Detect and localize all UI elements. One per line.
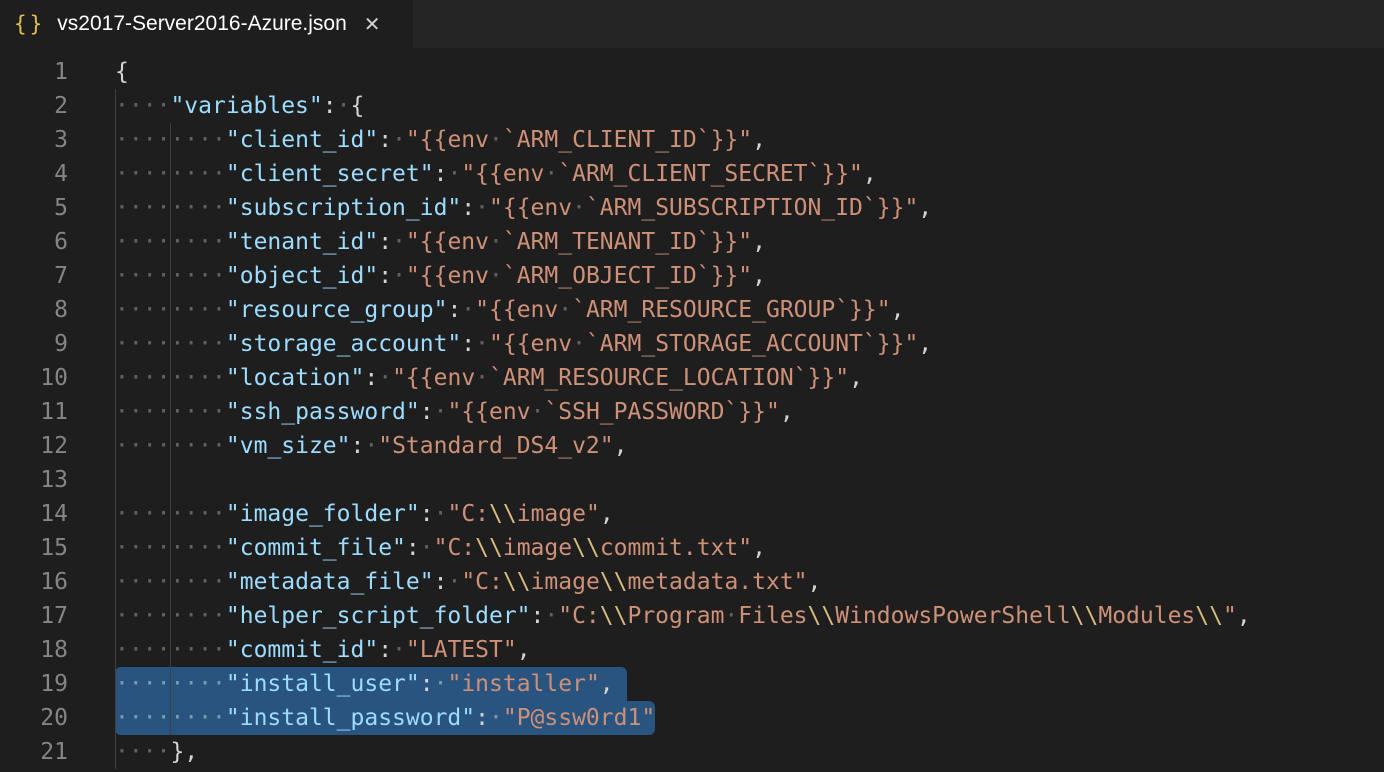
json-file-icon: {}: [14, 12, 45, 36]
tab-filename: vs2017-Server2016-Azure.json: [57, 12, 347, 36]
code-text[interactable]: ········"commit_id":·"LATEST",: [115, 633, 531, 667]
code-area[interactable]: 1{2····"variables":·{3········"client_id…: [0, 48, 1384, 769]
code-line[interactable]: 13: [0, 463, 1384, 497]
line-number[interactable]: 3: [0, 123, 115, 157]
line-number[interactable]: 6: [0, 225, 115, 259]
line-number[interactable]: 5: [0, 191, 115, 225]
line-number[interactable]: 8: [0, 293, 115, 327]
selected-code-text[interactable]: ········"install_password":·"P@ssw0rd1": [115, 701, 655, 735]
code-line[interactable]: 7········"object_id":·"{{env·`ARM_OBJECT…: [0, 259, 1384, 293]
line-number[interactable]: 16: [0, 565, 115, 599]
editor[interactable]: 1{2····"variables":·{3········"client_id…: [0, 48, 1384, 772]
line-number[interactable]: 4: [0, 157, 115, 191]
code-line[interactable]: 1{: [0, 55, 1384, 89]
code-text[interactable]: ········"storage_account":·"{{env·`ARM_S…: [115, 327, 932, 361]
code-line[interactable]: 12········"vm_size":·"Standard_DS4_v2",: [0, 429, 1384, 463]
code-line[interactable]: 15········"commit_file":·"C:\\image\\com…: [0, 531, 1384, 565]
line-number[interactable]: 11: [0, 395, 115, 429]
code-text[interactable]: ········"tenant_id":·"{{env·`ARM_TENANT_…: [115, 225, 766, 259]
code-text[interactable]: {: [115, 55, 129, 89]
line-number[interactable]: 12: [0, 429, 115, 463]
line-number[interactable]: 7: [0, 259, 115, 293]
code-text[interactable]: ········"object_id":·"{{env·`ARM_OBJECT_…: [115, 259, 766, 293]
code-text[interactable]: ····"variables":·{: [115, 89, 364, 123]
code-line[interactable]: 21····},: [0, 735, 1384, 769]
code-text[interactable]: ········"vm_size":·"Standard_DS4_v2",: [115, 429, 627, 463]
code-text[interactable]: ········"commit_file":·"C:\\image\\commi…: [115, 531, 766, 565]
line-number[interactable]: 13: [0, 463, 115, 497]
line-number[interactable]: 2: [0, 89, 115, 123]
code-text[interactable]: ········"helper_script_folder":·"C:\\Pro…: [115, 599, 1251, 633]
line-number[interactable]: 14: [0, 497, 115, 531]
code-line[interactable]: 9········"storage_account":·"{{env·`ARM_…: [0, 327, 1384, 361]
tab-bar: {} vs2017-Server2016-Azure.json ✕: [0, 0, 1384, 48]
code-text[interactable]: ····},: [115, 735, 198, 769]
code-text[interactable]: ········"location":·"{{env·`ARM_RESOURCE…: [115, 361, 863, 395]
line-number[interactable]: 21: [0, 735, 115, 769]
code-line[interactable]: 20········"install_password":·"P@ssw0rd1…: [0, 701, 1384, 735]
code-line[interactable]: 11········"ssh_password":·"{{env·`SSH_PA…: [0, 395, 1384, 429]
selected-code-text[interactable]: ········"install_user":·"installer",: [115, 667, 614, 701]
tab-vs2017-server2016-azure-json[interactable]: {} vs2017-Server2016-Azure.json ✕: [0, 0, 413, 48]
line-number[interactable]: 9: [0, 327, 115, 361]
code-text[interactable]: ········"ssh_password":·"{{env·`SSH_PASS…: [115, 395, 794, 429]
code-line[interactable]: 4········"client_secret":·"{{env·`ARM_CL…: [0, 157, 1384, 191]
code-line[interactable]: 6········"tenant_id":·"{{env·`ARM_TENANT…: [0, 225, 1384, 259]
code-line[interactable]: 8········"resource_group":·"{{env·`ARM_R…: [0, 293, 1384, 327]
line-number[interactable]: 17: [0, 599, 115, 633]
code-text[interactable]: ········"resource_group":·"{{env·`ARM_RE…: [115, 293, 904, 327]
tab-close-icon[interactable]: ✕: [364, 14, 381, 34]
line-number[interactable]: 15: [0, 531, 115, 565]
code-line[interactable]: 17········"helper_script_folder":·"C:\\P…: [0, 599, 1384, 633]
code-line[interactable]: 19········"install_user":·"installer",: [0, 667, 1384, 701]
code-text[interactable]: ········"subscription_id":·"{{env·`ARM_S…: [115, 191, 932, 225]
line-number[interactable]: 20: [0, 701, 115, 735]
code-line[interactable]: 2····"variables":·{: [0, 89, 1384, 123]
line-number[interactable]: 18: [0, 633, 115, 667]
code-line[interactable]: 5········"subscription_id":·"{{env·`ARM_…: [0, 191, 1384, 225]
code-line[interactable]: 3········"client_id":·"{{env·`ARM_CLIENT…: [0, 123, 1384, 157]
line-number[interactable]: 10: [0, 361, 115, 395]
code-text[interactable]: ········"client_secret":·"{{env·`ARM_CLI…: [115, 157, 877, 191]
code-text[interactable]: ········"image_folder":·"C:\\image",: [115, 497, 614, 531]
code-line[interactable]: 14········"image_folder":·"C:\\image",: [0, 497, 1384, 531]
code-text[interactable]: ········"metadata_file":·"C:\\image\\met…: [115, 565, 821, 599]
code-line[interactable]: 16········"metadata_file":·"C:\\image\\m…: [0, 565, 1384, 599]
code-text[interactable]: ········"client_id":·"{{env·`ARM_CLIENT_…: [115, 123, 766, 157]
line-number[interactable]: 19: [0, 667, 115, 701]
code-line[interactable]: 18········"commit_id":·"LATEST",: [0, 633, 1384, 667]
code-line[interactable]: 10········"location":·"{{env·`ARM_RESOUR…: [0, 361, 1384, 395]
line-number[interactable]: 1: [0, 55, 115, 89]
